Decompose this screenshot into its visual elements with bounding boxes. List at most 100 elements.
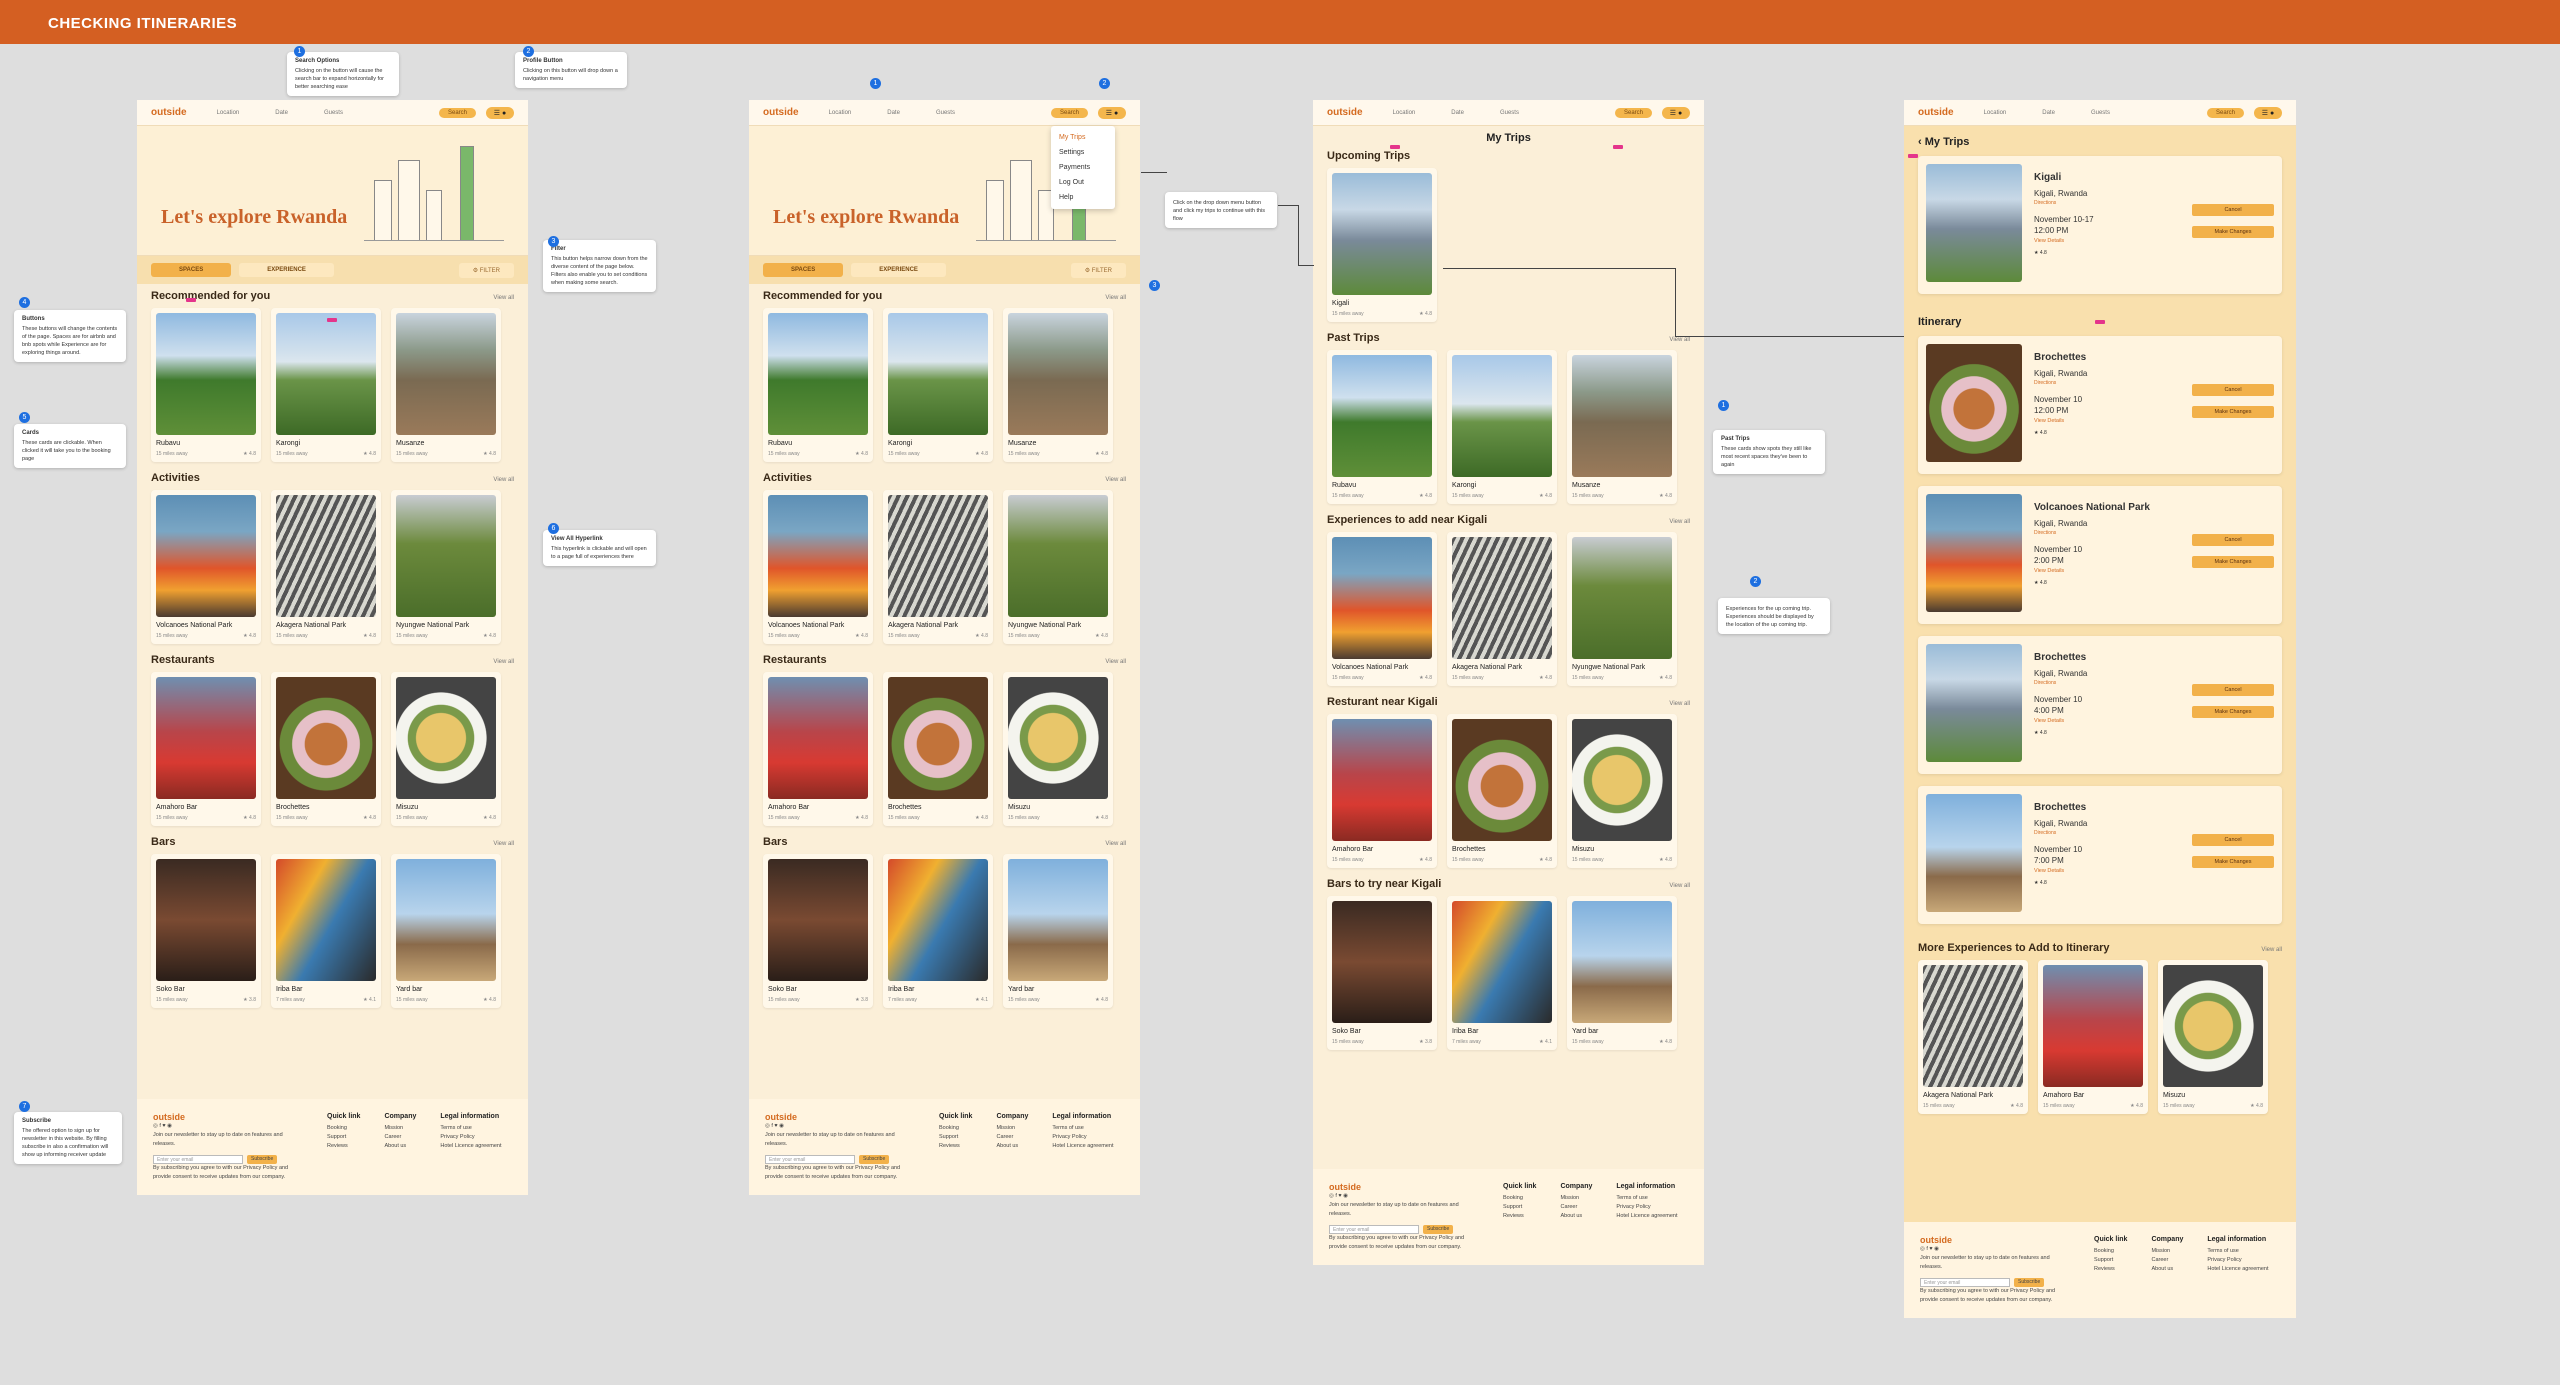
view-all-link[interactable]: View all	[493, 841, 514, 847]
card[interactable]: Amahoro Bar 15 miles away ★ 4.8	[151, 672, 261, 826]
card[interactable]: Soko Bar 15 miles away ★ 3.8	[1327, 896, 1437, 1050]
menu-item-my-trips[interactable]: My Trips	[1051, 130, 1115, 145]
footer-link[interactable]: Hotel Licence agreement	[440, 1142, 501, 1151]
nav-location[interactable]: Location	[217, 110, 240, 116]
card[interactable]: Soko Bar 15 miles away ★ 3.8	[151, 854, 261, 1008]
card[interactable]: Akagera National Park 15 miles away ★ 4.8	[1447, 532, 1557, 686]
footer-link[interactable]: Career	[996, 1133, 1028, 1142]
card[interactable]: Soko Bar 15 miles away ★ 3.8	[763, 854, 873, 1008]
directions-link[interactable]: Directions	[2034, 830, 2180, 836]
card[interactable]: Rubavu 15 miles away ★ 4.8	[151, 308, 261, 462]
menu-item-help[interactable]: Help	[1051, 190, 1115, 205]
subscribe-button[interactable]: Subscribe	[2014, 1278, 2045, 1287]
card[interactable]: Karongi 15 miles away ★ 4.8	[883, 308, 993, 462]
nav-guests[interactable]: Guests	[1500, 110, 1519, 116]
card[interactable]: Akagera National Park 15 miles away ★ 4.8	[883, 490, 993, 644]
itinerary-item[interactable]: Brochettes Kigali, Rwanda Directions Novemb…	[1918, 336, 2282, 474]
card[interactable]: Yard bar 15 miles away ★ 4.8	[1567, 896, 1677, 1050]
footer-link[interactable]: Support	[2094, 1256, 2127, 1265]
social-icons[interactable]: ◎ f ♥ ◉	[765, 1122, 915, 1131]
view-all-link[interactable]: View all	[1669, 701, 1690, 707]
view-all-link[interactable]: View all	[1105, 659, 1126, 665]
search-button[interactable]: Search	[438, 107, 476, 118]
menu-item-payments[interactable]: Payments	[1051, 160, 1115, 175]
footer-link[interactable]: Terms of use	[1616, 1194, 1677, 1203]
footer-link[interactable]: Support	[327, 1133, 360, 1142]
footer-link[interactable]: Mission	[996, 1124, 1028, 1133]
directions-link[interactable]: Directions	[2034, 380, 2180, 386]
make-changes-button[interactable]: Make Changes	[2192, 226, 2274, 238]
subscribe-button[interactable]: Subscribe	[859, 1155, 890, 1164]
card[interactable]: Rubavu 15 miles away ★ 4.8	[1327, 350, 1437, 504]
email-input[interactable]: Enter your email	[153, 1155, 243, 1164]
view-details-link[interactable]: View Details	[2034, 718, 2180, 724]
tab-spaces[interactable]: SPACES	[151, 263, 232, 277]
card[interactable]: Amahoro Bar 15 miles away ★ 4.8	[2038, 960, 2148, 1114]
card[interactable]: Misuzu 15 miles away ★ 4.8	[391, 672, 501, 826]
view-all-link[interactable]: View all	[1669, 519, 1690, 525]
filter-button[interactable]: ⚙ FILTER	[1070, 262, 1126, 278]
make-changes-button[interactable]: Make Changes	[2192, 406, 2274, 418]
cancel-button[interactable]: Cancel	[2192, 384, 2274, 396]
footer-link[interactable]: Hotel Licence agreement	[2207, 1265, 2268, 1274]
profile-button[interactable]: ☰ ●	[1662, 106, 1690, 119]
card[interactable]: Volcanoes National Park 15 miles away ★ 4.…	[763, 490, 873, 644]
card[interactable]: Brochettes 15 miles away ★ 4.8	[883, 672, 993, 826]
footer-link[interactable]: About us	[2151, 1265, 2183, 1274]
profile-button[interactable]: ☰ ●	[2254, 106, 2282, 119]
nav-date[interactable]: Date	[275, 110, 288, 116]
view-details-link[interactable]: View Details	[2034, 238, 2180, 244]
footer-link[interactable]: Support	[1503, 1203, 1536, 1212]
trip-card[interactable]: Kigali Kigali, Rwanda Directions November 1…	[1918, 156, 2282, 294]
nav-date[interactable]: Date	[887, 110, 900, 116]
directions-link[interactable]: Directions	[2034, 200, 2180, 206]
itinerary-item[interactable]: Brochettes Kigali, Rwanda Directions Novemb…	[1918, 636, 2282, 774]
footer-link[interactable]: About us	[384, 1142, 416, 1151]
filter-button[interactable]: ⚙ FILTER	[458, 262, 514, 278]
card[interactable]: Akagera National Park 15 miles away ★ 4.8	[1918, 960, 2028, 1114]
card[interactable]: Misuzu 15 miles away ★ 4.8	[1567, 714, 1677, 868]
tab-spaces[interactable]: SPACES	[763, 263, 844, 277]
subscribe-button[interactable]: Subscribe	[1423, 1225, 1454, 1234]
footer-link[interactable]: Reviews	[327, 1142, 360, 1151]
card[interactable]: Musanze 15 miles away ★ 4.8	[1567, 350, 1677, 504]
directions-link[interactable]: Directions	[2034, 530, 2180, 536]
logo[interactable]: outside	[1327, 107, 1363, 118]
footer-link[interactable]: Career	[384, 1133, 416, 1142]
cancel-button[interactable]: Cancel	[2192, 684, 2274, 696]
view-all-link[interactable]: View all	[1669, 337, 1690, 343]
view-all-link[interactable]: View all	[1105, 477, 1126, 483]
card[interactable]: Musanze 15 miles away ★ 4.8	[1003, 308, 1113, 462]
card[interactable]: Amahoro Bar 15 miles away ★ 4.8	[1327, 714, 1437, 868]
footer-link[interactable]: Support	[939, 1133, 972, 1142]
card[interactable]: Volcanoes National Park 15 miles away ★ 4.…	[151, 490, 261, 644]
footer-link[interactable]: Terms of use	[440, 1124, 501, 1133]
card[interactable]: Volcanoes National Park 15 miles away ★ 4.…	[1327, 532, 1437, 686]
footer-link[interactable]: About us	[1560, 1212, 1592, 1221]
footer-link[interactable]: Career	[2151, 1256, 2183, 1265]
itinerary-item[interactable]: Volcanoes National Park Kigali, Rwanda Dir…	[1918, 486, 2282, 624]
search-button[interactable]: Search	[1050, 107, 1088, 118]
nav-location[interactable]: Location	[829, 110, 852, 116]
cancel-button[interactable]: Cancel	[2192, 204, 2274, 216]
footer-link[interactable]: Hotel Licence agreement	[1052, 1142, 1113, 1151]
nav-location[interactable]: Location	[1984, 110, 2007, 116]
card[interactable]: Amahoro Bar 15 miles away ★ 4.8	[763, 672, 873, 826]
footer-link[interactable]: Mission	[384, 1124, 416, 1133]
view-all-link[interactable]: View all	[1105, 295, 1126, 301]
email-input[interactable]: Enter your email	[1920, 1278, 2010, 1287]
view-all-link[interactable]: View all	[493, 477, 514, 483]
logo[interactable]: outside	[1918, 107, 1954, 118]
footer-link[interactable]: Privacy Policy	[440, 1133, 501, 1142]
card[interactable]: Nyungwe National Park 15 miles away ★ 4.8	[1567, 532, 1677, 686]
footer-link[interactable]: Terms of use	[2207, 1247, 2268, 1256]
footer-link[interactable]: Reviews	[1503, 1212, 1536, 1221]
card[interactable]: Misuzu 15 miles away ★ 4.8	[2158, 960, 2268, 1114]
card[interactable]: Karongi 15 miles away ★ 4.8	[1447, 350, 1557, 504]
footer-link[interactable]: Privacy Policy	[1052, 1133, 1113, 1142]
directions-link[interactable]: Directions	[2034, 680, 2180, 686]
view-all-link[interactable]: View all	[2261, 947, 2282, 953]
back-arrow-icon[interactable]: ‹	[1918, 136, 1925, 148]
nav-guests[interactable]: Guests	[936, 110, 955, 116]
view-all-link[interactable]: View all	[493, 295, 514, 301]
